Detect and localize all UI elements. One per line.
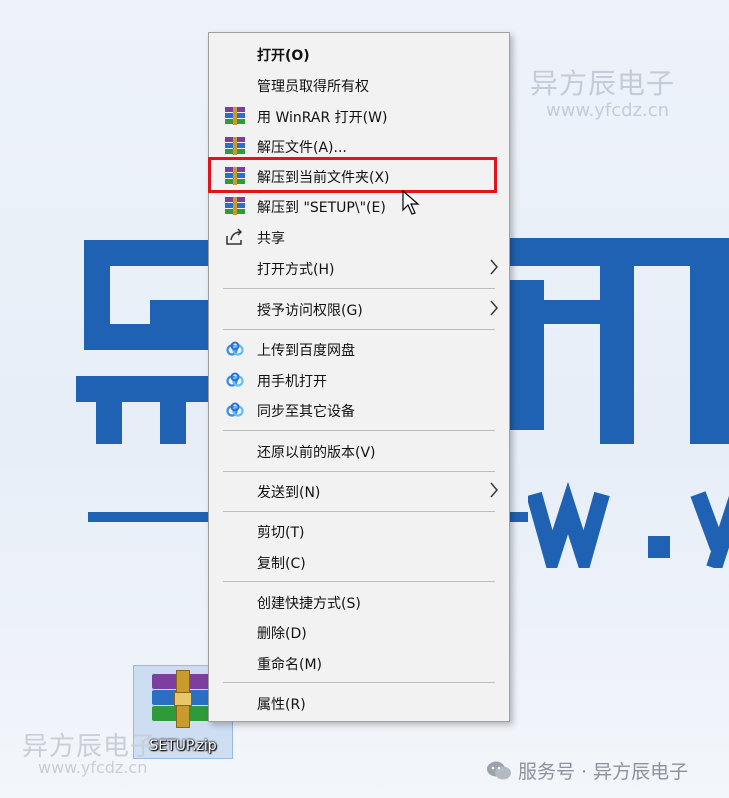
menu-item-take-ownership[interactable]: 管理员取得所有权 [211, 70, 507, 100]
wechat-icon [487, 761, 511, 779]
menu-separator [223, 430, 495, 431]
menu-item-open[interactable]: 打开(O) [211, 39, 507, 69]
menu-item-extract-here[interactable]: 解压到当前文件夹(X) [211, 161, 507, 191]
menu-item-label: 打开方式(H) [257, 262, 335, 278]
menu-item-restore-previous[interactable]: 还原以前的版本(V) [211, 436, 507, 466]
wechat-account-label: 服务号 · 异方辰电子 [518, 761, 689, 783]
menu-item-cut[interactable]: 剪切(T) [211, 516, 507, 546]
menu-item-label: 上传到百度网盘 [257, 343, 355, 359]
menu-separator [223, 329, 495, 330]
chevron-right-icon [490, 300, 498, 316]
share-icon [226, 228, 243, 245]
menu-item-label: 属性(R) [257, 697, 306, 713]
menu-item-label: 剪切(T) [257, 525, 305, 541]
winrar-icon [225, 197, 245, 215]
menu-item-label: 解压到 "SETUP\"(E) [257, 200, 386, 216]
menu-item-label: 用 WinRAR 打开(W) [257, 110, 388, 126]
mouse-cursor-icon [402, 190, 420, 215]
wechat-account-badge: 服务号 · 异方辰电子 [486, 757, 688, 784]
winrar-icon [225, 167, 245, 185]
menu-item-label: 还原以前的版本(V) [257, 445, 376, 461]
menu-item-label: 打开(O) [257, 48, 310, 64]
menu-item-create-shortcut[interactable]: 创建快捷方式(S) [211, 587, 507, 617]
desktop: 异方辰电子 www.yfcdz.cn SETUP.zip 异方辰电子 www.y… [0, 0, 729, 798]
menu-item-properties[interactable]: 属性(R) [211, 688, 507, 718]
menu-item-label: 同步至其它设备 [257, 404, 355, 420]
menu-item-delete[interactable]: 删除(D) [211, 617, 507, 647]
menu-item-share[interactable]: 共享 [211, 222, 507, 252]
baidu-netdisk-icon [226, 402, 244, 417]
menu-separator [223, 581, 495, 582]
winrar-icon [225, 107, 245, 125]
menu-item-open-on-phone[interactable]: 用手机打开 [211, 365, 507, 395]
chevron-right-icon [490, 259, 498, 275]
menu-item-label: 发送到(N) [257, 485, 321, 501]
baidu-netdisk-icon [226, 341, 244, 356]
context-menu: 打开(O) 管理员取得所有权 用 WinRAR 打开(W) 解压文件(A)...… [208, 32, 510, 722]
menu-separator [223, 511, 495, 512]
menu-item-label: 管理员取得所有权 [257, 79, 369, 95]
menu-item-copy[interactable]: 复制(C) [211, 547, 507, 577]
menu-item-extract-files[interactable]: 解压文件(A)... [211, 131, 507, 161]
menu-item-give-access[interactable]: 授予访问权限(G) [211, 294, 507, 324]
menu-item-sync-devices[interactable]: 同步至其它设备 [211, 395, 507, 425]
menu-item-rename[interactable]: 重命名(M) [211, 648, 507, 678]
menu-item-extract-to-setup[interactable]: 解压到 "SETUP\"(E) [211, 191, 507, 221]
menu-item-send-to[interactable]: 发送到(N) [211, 476, 507, 506]
menu-item-upload-baidu[interactable]: 上传到百度网盘 [211, 334, 507, 364]
watermark-brand-top: 异方辰电子 [530, 67, 676, 100]
menu-separator [223, 288, 495, 289]
baidu-netdisk-icon [226, 372, 244, 387]
watermark-url-bottom: www.yfcdz.cn [38, 758, 148, 777]
watermark-url-top: www.yfcdz.cn [546, 100, 670, 121]
menu-item-open-with-winrar[interactable]: 用 WinRAR 打开(W) [211, 101, 507, 131]
winrar-archive-icon [152, 670, 210, 728]
menu-item-label: 用手机打开 [257, 374, 327, 390]
menu-item-label: 解压到当前文件夹(X) [257, 170, 390, 186]
menu-item-open-with[interactable]: 打开方式(H) [211, 253, 507, 283]
menu-separator [223, 471, 495, 472]
menu-item-label: 创建快捷方式(S) [257, 596, 361, 612]
menu-separator [223, 682, 495, 683]
menu-item-label: 共享 [257, 231, 285, 247]
winrar-icon [225, 137, 245, 155]
menu-item-label: 复制(C) [257, 556, 306, 572]
menu-item-label: 授予访问权限(G) [257, 303, 363, 319]
menu-item-label: 解压文件(A)... [257, 140, 347, 156]
chevron-right-icon [490, 482, 498, 498]
menu-item-label: 删除(D) [257, 626, 307, 642]
menu-item-label: 重命名(M) [257, 657, 323, 673]
